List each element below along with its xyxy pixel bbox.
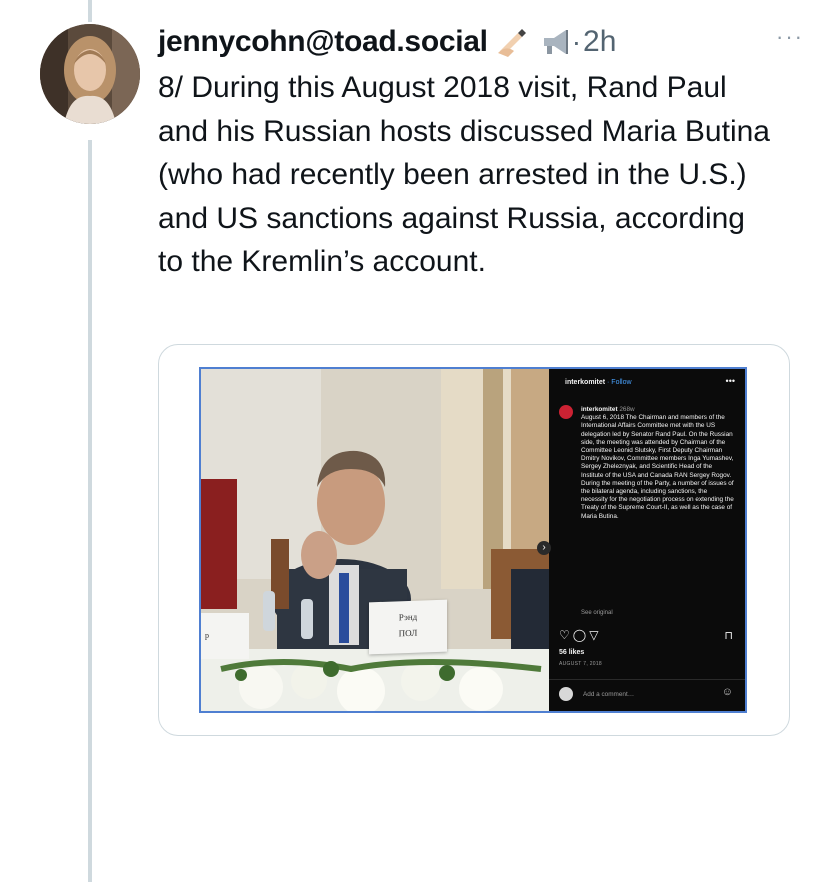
instagram-actions: ♡◯▽ [559,628,602,642]
bookmark-icon: ⊓ [724,630,733,642]
emoji-icon: ☺ [721,686,733,698]
instagram-header: interkomitet · Follow [565,379,632,387]
caption-text: August 6, 2018 The Chairman and members … [581,414,734,520]
avatar[interactable] [40,24,140,124]
see-original-link: See original [581,610,613,616]
next-arrow-icon: › [537,541,551,555]
comment-icon: ◯ [572,628,590,642]
share-icon: ▽ [589,628,602,642]
add-comment-placeholder: Add a comment… [583,691,635,698]
post-date: AUGUST 7, 2018 [559,661,603,667]
post-text: 8/ During this August 2018 visit, Rand P… [158,71,770,278]
media-card[interactable]: Рэнд ПОЛ р interkomitet · Follow ••• int… [158,344,790,736]
instagram-menu-icon: ••• [725,376,735,386]
separator-dot: · [571,26,582,57]
placard-text: Рэнд ПОЛ [398,611,418,639]
instagram-panel: interkomitet · Follow ••• interkomitet 2… [537,369,745,711]
author-name[interactable]: jennycohn@toad.social [158,25,488,59]
post-header: jennycohn@toad.social · 2h [158,22,808,62]
thread-line [88,140,92,882]
caption-age: 268w [619,406,635,413]
follow-link: · Follow [607,379,632,386]
caption-user: interkomitet [581,406,618,413]
megaphone-icon [538,25,572,59]
avatar-photo [40,24,140,124]
embedded-screenshot[interactable]: Рэнд ПОЛ р interkomitet · Follow ••• int… [199,367,747,713]
post-time[interactable]: 2h [583,25,616,59]
comment-avatar [559,687,573,701]
thread-line-top [88,0,92,22]
meeting-photo: Рэнд ПОЛ р [201,369,549,711]
instagram-caption: interkomitet 268w August 6, 2018 The Cha… [581,406,735,521]
divider [549,679,745,680]
instagram-avatar [559,405,573,419]
writing-hand-icon [496,25,530,59]
more-options-button[interactable]: ··· [776,24,804,50]
name-placard: Рэнд ПОЛ [369,599,447,655]
likes-count: 56 likes [559,649,585,656]
placard-left-text: р [205,631,209,640]
heart-icon: ♡ [559,628,573,642]
name-placard-left: р [201,613,249,659]
instagram-account: interkomitet [565,379,606,386]
